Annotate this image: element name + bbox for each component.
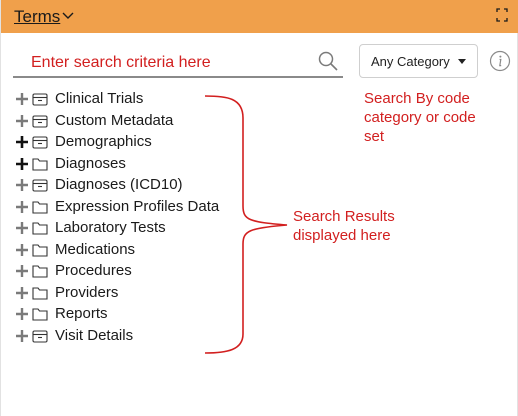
annotation-line: category or code: [364, 109, 476, 126]
tree-item-label: Procedures: [55, 262, 132, 279]
panel-header: Terms: [1, 0, 518, 33]
plus-icon[interactable]: [15, 114, 29, 128]
expand-icon[interactable]: [496, 8, 508, 22]
folder-icon: [32, 308, 48, 321]
plus-icon[interactable]: [15, 307, 29, 321]
tree-item-label: Diagnoses (ICD10): [55, 176, 183, 193]
folder-archive-icon: [32, 179, 48, 192]
tree-item-label: Medications: [55, 240, 136, 258]
tree-item-label: Demographics: [55, 133, 152, 150]
plus-icon[interactable]: [15, 221, 29, 235]
folder-icon: [32, 200, 48, 214]
category-selected: Any Category: [371, 54, 450, 69]
folder-icon: [32, 222, 48, 235]
folder-archive-icon: [32, 93, 48, 106]
folder-archive-icon: [32, 114, 48, 128]
annotation-line: Search Results: [293, 208, 395, 225]
caret-down-icon: [458, 59, 466, 64]
category-dropdown[interactable]: Any Category: [359, 44, 478, 78]
tree-item-label: Visit Details: [55, 326, 134, 344]
annotation-brace: [204, 95, 288, 354]
info-icon[interactable]: [489, 50, 511, 72]
search-placeholder: Enter search criteria here: [31, 54, 211, 71]
tree-item-label: Reports: [55, 305, 108, 322]
search-input[interactable]: Enter search criteria here: [13, 46, 343, 78]
plus-icon[interactable]: [15, 178, 29, 192]
tree-item-label: Providers: [55, 283, 119, 301]
tree-item-label: Clinical Trials: [55, 90, 144, 107]
plus-icon[interactable]: [15, 157, 29, 171]
plus-icon[interactable]: [15, 135, 29, 149]
tree-item-label: Laboratory Tests: [55, 219, 166, 236]
chevron-down-icon[interactable]: [61, 7, 75, 23]
plus-icon[interactable]: [15, 200, 29, 214]
tree-item-label: Expression Profiles Data: [55, 197, 220, 215]
annotation-search-results: Search Results displayed here: [293, 207, 433, 245]
plus-icon[interactable]: [15, 243, 29, 257]
tree-item-label: Custom Metadata: [55, 111, 174, 129]
plus-icon[interactable]: [15, 92, 29, 106]
tree-item-label: Diagnoses: [55, 154, 126, 172]
folder-icon: [32, 286, 48, 300]
folder-archive-icon: [32, 329, 48, 343]
plus-icon[interactable]: [15, 286, 29, 300]
folder-icon: [32, 265, 48, 278]
annotation-line: set: [364, 128, 385, 145]
annotation-search-by-code: Search By code category or code set: [364, 89, 514, 146]
panel-title[interactable]: Terms: [14, 7, 60, 27]
plus-icon[interactable]: [15, 264, 29, 278]
folder-icon: [32, 157, 48, 171]
folder-archive-icon: [32, 136, 48, 149]
search-icon[interactable]: [317, 50, 339, 72]
folder-icon: [32, 243, 48, 257]
annotation-line: displayed here: [293, 227, 391, 244]
plus-icon[interactable]: [15, 329, 29, 343]
annotation-line: Search By code: [364, 90, 470, 107]
terms-panel: Terms Enter search criteria here Any Cat…: [0, 0, 518, 416]
